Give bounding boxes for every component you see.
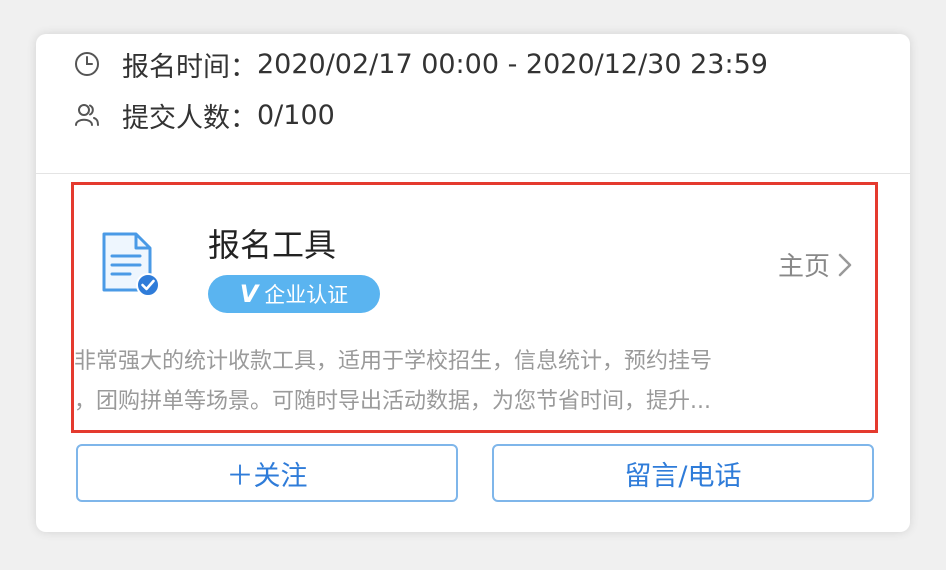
follow-button[interactable]: ＋关注	[76, 444, 458, 502]
verified-badge: V 企业认证	[208, 275, 380, 313]
document-check-icon	[96, 230, 162, 300]
signup-time-label: 报名时间：	[122, 51, 257, 83]
users-icon	[74, 102, 100, 128]
description-line: ，团购拼单等场景。可随时导出活动数据，为您节省时间，提升...	[74, 389, 711, 414]
submission-count-label: 提交人数：	[122, 102, 257, 134]
verified-badge-text: 企业认证	[264, 283, 349, 307]
chevron-right-icon	[836, 251, 854, 279]
divider	[36, 173, 910, 174]
verified-v-icon: V	[239, 280, 259, 308]
description-line: 非常强大的统计收款工具，适用于学校招生，信息统计，预约挂号	[74, 349, 713, 374]
home-link[interactable]: 主页	[778, 246, 854, 283]
signup-time-value: 2020/02/17 00:00 - 2020/12/30 23:59	[257, 48, 768, 80]
tool-description: 非常强大的统计收款工具，适用于学校招生，信息统计，预约挂号 ，团购拼单等场景。可…	[74, 342, 866, 422]
event-card: 报名时间： 2020/02/17 00:00 - 2020/12/30 23:5…	[36, 34, 910, 532]
clock-icon	[74, 51, 100, 77]
signup-time-row: 报名时间： 2020/02/17 00:00 - 2020/12/30 23:5…	[74, 44, 768, 84]
contact-button[interactable]: 留言/电话	[492, 444, 874, 502]
submission-count-value: 0/100	[257, 99, 335, 131]
tool-title: 报名工具	[208, 226, 337, 264]
home-link-label: 主页	[777, 252, 830, 282]
submission-count-row: 提交人数： 0/100	[74, 95, 335, 135]
